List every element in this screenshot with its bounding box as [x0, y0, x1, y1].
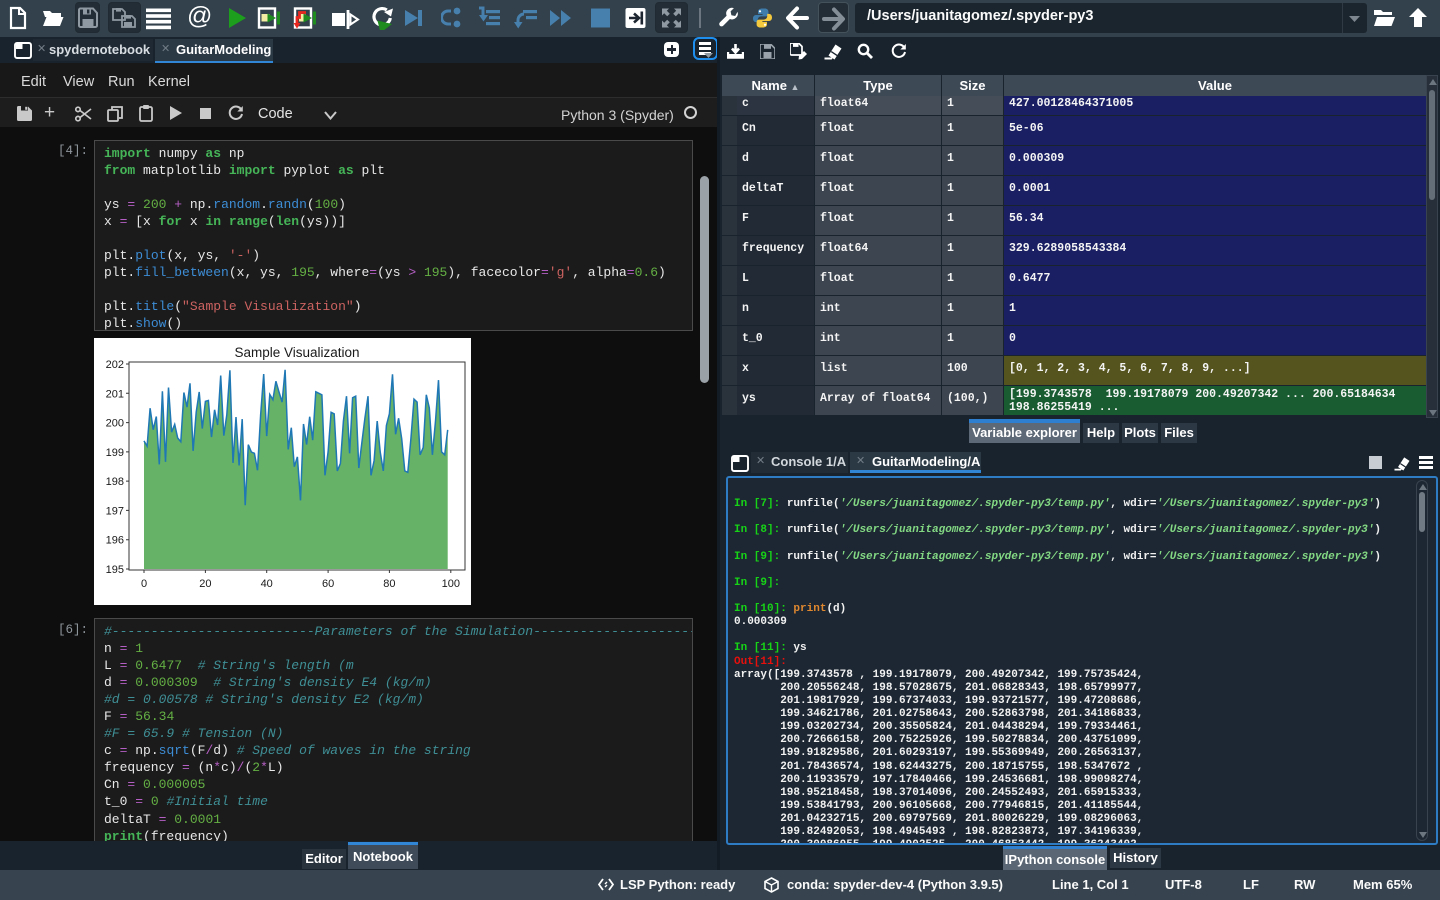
svg-text:20: 20	[199, 578, 211, 590]
svg-text:196: 196	[106, 535, 124, 547]
svg-text:100: 100	[442, 578, 460, 590]
svg-text:80: 80	[383, 578, 395, 590]
svg-text:197: 197	[106, 505, 124, 517]
svg-text:202: 202	[106, 359, 124, 371]
svg-text:60: 60	[322, 578, 334, 590]
svg-text:201: 201	[106, 388, 124, 400]
svg-text:200: 200	[106, 418, 124, 430]
svg-text:195: 195	[106, 564, 124, 576]
svg-text:198: 198	[106, 476, 124, 488]
svg-text:199: 199	[106, 447, 124, 459]
svg-text:40: 40	[261, 578, 273, 590]
svg-text:Sample Visualization: Sample Visualization	[234, 345, 359, 360]
svg-text:0: 0	[141, 578, 147, 590]
